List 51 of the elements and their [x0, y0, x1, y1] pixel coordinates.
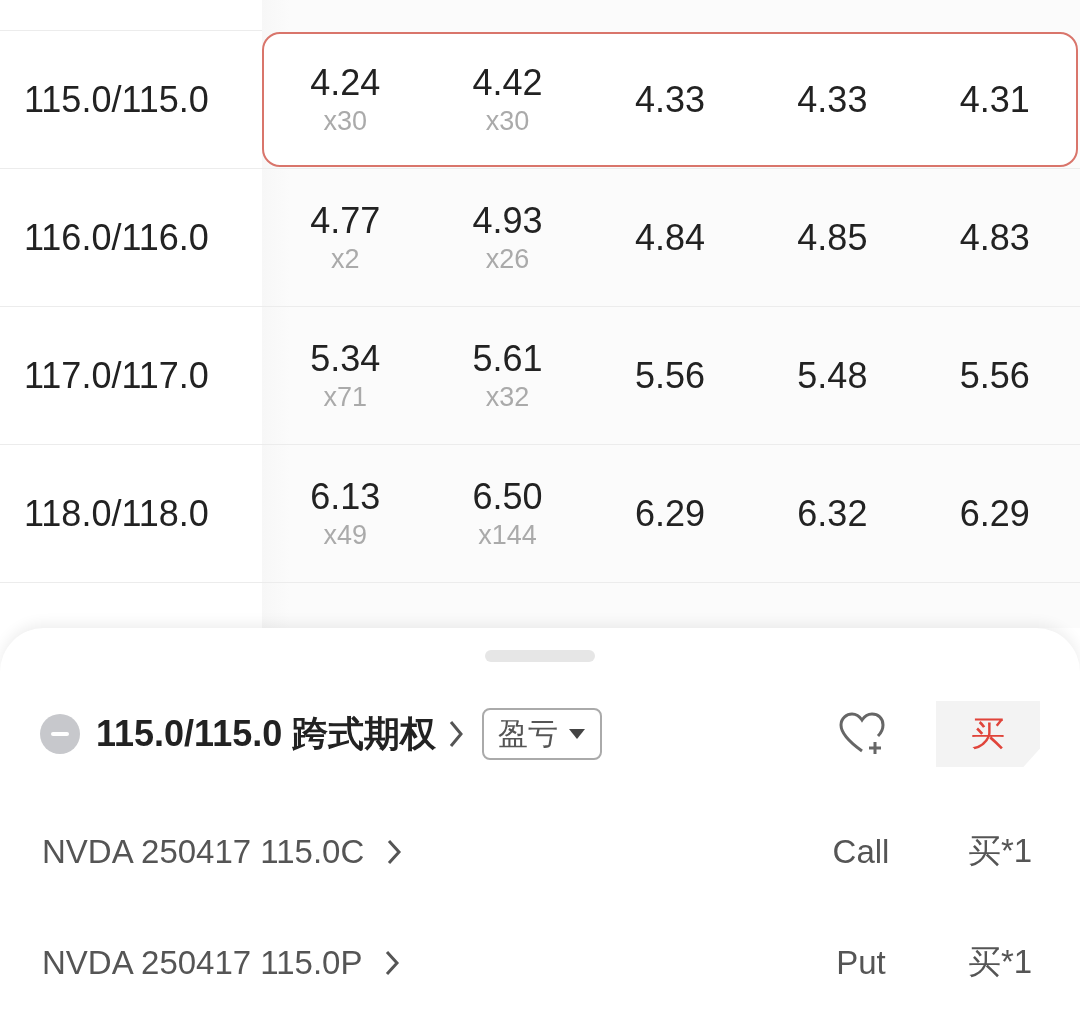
size-value: x144 [478, 520, 537, 551]
strike-price: 116.0/116.0 [23, 215, 210, 260]
price-value: 6.50 [472, 476, 543, 518]
price-value: 4.93 [472, 200, 543, 242]
option-type: Put [835, 943, 887, 982]
price-value: 6.13 [310, 476, 381, 518]
size-value: x71 [323, 382, 367, 413]
price-value: 5.48 [797, 354, 868, 397]
quote-row[interactable]: 4.24 x30 4.42 x30 4.33 4.33 4.31 [262, 32, 1078, 167]
price-value: 4.83 [959, 216, 1030, 259]
strategy-title[interactable]: 115.0/115.0 跨式期权 [96, 709, 437, 759]
contract-link[interactable]: NVDA 250417 115.0P [42, 943, 401, 982]
price-value: 4.24 [310, 62, 381, 104]
chevron-icon [384, 948, 401, 977]
contract-link[interactable]: NVDA 250417 115.0C [42, 832, 403, 871]
price-value: 6.29 [959, 492, 1030, 535]
strike-price: 117.0/117.0 [23, 353, 210, 398]
price-value: 4.33 [634, 78, 706, 121]
price-value: 4.33 [797, 78, 868, 121]
price-value: 5.56 [959, 354, 1030, 397]
buy-button[interactable]: 买 [936, 701, 1040, 767]
price-value: 4.77 [310, 200, 381, 242]
size-value: x49 [323, 520, 367, 551]
quote-row[interactable]: 6.13 x49 6.50 x144 6.29 6.32 6.29 [262, 446, 1078, 581]
price-value: 5.34 [310, 338, 381, 380]
chevron-icon [386, 837, 403, 866]
size-value: x32 [485, 382, 530, 413]
heart-plus-icon[interactable] [838, 711, 886, 757]
caret-icon [568, 728, 587, 740]
price-value: 4.84 [634, 216, 706, 259]
quote-row[interactable]: 4.77 x2 4.93 x26 4.84 4.85 4.83 [262, 170, 1078, 305]
size-value: x26 [485, 244, 530, 275]
leg-action: 买*1 [966, 831, 1034, 871]
leg-action: 买*1 [966, 942, 1034, 982]
price-value: 6.32 [797, 492, 868, 535]
price-value: 5.61 [472, 338, 543, 380]
strike-price: 115.0/115.0 [23, 77, 210, 122]
drag-handle[interactable] [485, 650, 595, 662]
price-value: 5.56 [634, 354, 706, 397]
size-value: x2 [330, 244, 360, 275]
option-type: Call [831, 832, 891, 871]
strike-price: 118.0/118.0 [23, 491, 210, 536]
size-value: x30 [323, 106, 367, 137]
price-value: 4.85 [797, 216, 868, 259]
price-value: 6.29 [634, 492, 706, 535]
price-value: 4.42 [472, 62, 543, 104]
price-value: 4.31 [959, 78, 1030, 121]
quote-row[interactable]: 5.34 x71 5.61 x32 5.56 5.48 5.56 [262, 308, 1078, 443]
size-value: x30 [485, 106, 530, 137]
profit-loss-dropdown[interactable]: 盈亏 [482, 708, 603, 760]
chevron-icon[interactable] [448, 719, 465, 749]
